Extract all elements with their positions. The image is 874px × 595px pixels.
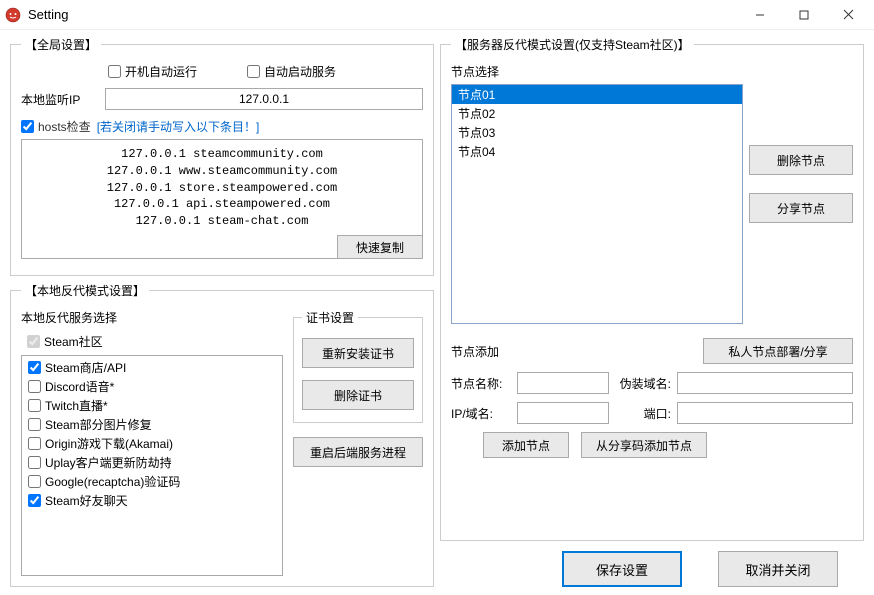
service-label-8: Steam好友聊天: [45, 492, 128, 509]
node-item-0[interactable]: 节点01: [452, 85, 742, 104]
service-checkbox-4[interactable]: [28, 418, 41, 431]
cert-settings-group: 证书设置 重新安装证书 删除证书: [293, 309, 423, 423]
local-proxy-legend: 【本地反代模式设置】: [21, 282, 149, 299]
restart-backend-button[interactable]: 重启后端服务进程: [293, 437, 423, 467]
autostart-checkbox-label[interactable]: 自动启动服务: [247, 63, 336, 80]
service-label-0: Steam社区: [44, 333, 103, 350]
hosts-hint: [若关闭请手动写入以下条目！]: [97, 118, 260, 135]
window-title: Setting: [28, 7, 68, 22]
service-item-4[interactable]: Steam部分图片修复: [24, 415, 280, 434]
private-node-deploy-button[interactable]: 私人节点部署/分享: [703, 338, 853, 364]
global-settings-legend: 【全局设置】: [21, 36, 101, 53]
service-select-label: 本地反代服务选择: [21, 309, 283, 326]
service-item-7[interactable]: Google(recaptcha)验证码: [24, 472, 280, 491]
autorun-checkbox-label[interactable]: 开机自动运行: [108, 63, 197, 80]
fake-domain-label: 伪装域名:: [615, 375, 671, 392]
close-button[interactable]: [826, 1, 870, 29]
maximize-button[interactable]: [782, 1, 826, 29]
bottom-actions: 保存设置 取消并关闭: [440, 547, 864, 587]
service-label-4: Steam部分图片修复: [45, 416, 152, 433]
node-add-label: 节点添加: [451, 343, 499, 360]
node-listbox[interactable]: 节点01 节点02 节点03 节点04: [451, 84, 743, 324]
node-select-label: 节点选择: [451, 63, 743, 80]
service-item-2[interactable]: Discord语音*: [24, 377, 280, 396]
cert-settings-legend: 证书设置: [302, 309, 358, 326]
service-checkbox-1[interactable]: [28, 361, 41, 374]
global-settings-group: 【全局设置】 开机自动运行 自动启动服务 本地监听IP hosts检查: [10, 36, 434, 276]
hosts-check-text: hosts检查: [38, 118, 91, 135]
node-name-label: 节点名称:: [451, 375, 511, 392]
local-proxy-group: 【本地反代模式设置】 本地反代服务选择 Steam社区 Steam商店/API …: [10, 282, 434, 587]
delete-cert-button[interactable]: 删除证书: [302, 380, 414, 410]
service-label-5: Origin游戏下载(Akamai): [45, 435, 173, 452]
service-item-5[interactable]: Origin游戏下载(Akamai): [24, 434, 280, 453]
node-name-input[interactable]: [517, 372, 609, 394]
quick-copy-button[interactable]: 快速复制: [337, 235, 423, 259]
service-label-2: Discord语音*: [45, 378, 114, 395]
service-list[interactable]: Steam商店/API Discord语音* Twitch直播* Steam部分…: [21, 355, 283, 576]
service-item-0: Steam社区: [23, 332, 107, 351]
node-item-2[interactable]: 节点03: [452, 123, 742, 142]
service-label-7: Google(recaptcha)验证码: [45, 473, 180, 490]
service-checkbox-3[interactable]: [28, 399, 41, 412]
delete-node-button[interactable]: 删除节点: [749, 145, 853, 175]
service-label-1: Steam商店/API: [45, 359, 126, 376]
hosts-box: 127.0.0.1 steamcommunity.com 127.0.0.1 w…: [21, 139, 423, 259]
port-input[interactable]: [677, 402, 853, 424]
service-checkbox-5[interactable]: [28, 437, 41, 450]
titlebar: Setting: [0, 0, 874, 30]
service-label-3: Twitch直播*: [45, 397, 108, 414]
app-icon: [4, 6, 22, 24]
save-button[interactable]: 保存设置: [562, 551, 682, 587]
server-proxy-legend: 【服务器反代模式设置(仅支持Steam社区)】: [451, 36, 694, 53]
service-item-8[interactable]: Steam好友聊天: [24, 491, 280, 510]
autostart-text: 自动启动服务: [264, 63, 336, 80]
server-proxy-group: 【服务器反代模式设置(仅支持Steam社区)】 节点选择 节点01 节点02 节…: [440, 36, 864, 541]
minimize-button[interactable]: [738, 1, 782, 29]
port-label: 端口:: [615, 405, 671, 422]
ip-domain-label: IP/域名:: [451, 405, 511, 422]
listen-ip-input[interactable]: [105, 88, 423, 110]
listen-ip-label: 本地监听IP: [21, 91, 99, 108]
service-item-3[interactable]: Twitch直播*: [24, 396, 280, 415]
node-add-section: 节点添加 私人节点部署/分享 节点名称: 伪装域名: IP/域名: 端口:: [451, 338, 853, 458]
fake-domain-input[interactable]: [677, 372, 853, 394]
autorun-text: 开机自动运行: [125, 63, 197, 80]
node-item-3[interactable]: 节点04: [452, 142, 742, 161]
reinstall-cert-button[interactable]: 重新安装证书: [302, 338, 414, 368]
add-node-button[interactable]: 添加节点: [483, 432, 569, 458]
service-item-1[interactable]: Steam商店/API: [24, 358, 280, 377]
service-checkbox-0: [27, 335, 40, 348]
share-node-button[interactable]: 分享节点: [749, 193, 853, 223]
service-item-6[interactable]: Uplay客户端更新防劫持: [24, 453, 280, 472]
service-checkbox-7[interactable]: [28, 475, 41, 488]
autostart-checkbox[interactable]: [247, 65, 260, 78]
service-checkbox-8[interactable]: [28, 494, 41, 507]
add-from-share-button[interactable]: 从分享码添加节点: [581, 432, 707, 458]
node-item-1[interactable]: 节点02: [452, 104, 742, 123]
cancel-button[interactable]: 取消并关闭: [718, 551, 838, 587]
service-label-6: Uplay客户端更新防劫持: [45, 454, 172, 471]
ip-domain-input[interactable]: [517, 402, 609, 424]
service-checkbox-6[interactable]: [28, 456, 41, 469]
hosts-check-checkbox[interactable]: [21, 120, 34, 133]
service-checkbox-2[interactable]: [28, 380, 41, 393]
hosts-check-label[interactable]: hosts检查: [21, 118, 91, 135]
autorun-checkbox[interactable]: [108, 65, 121, 78]
